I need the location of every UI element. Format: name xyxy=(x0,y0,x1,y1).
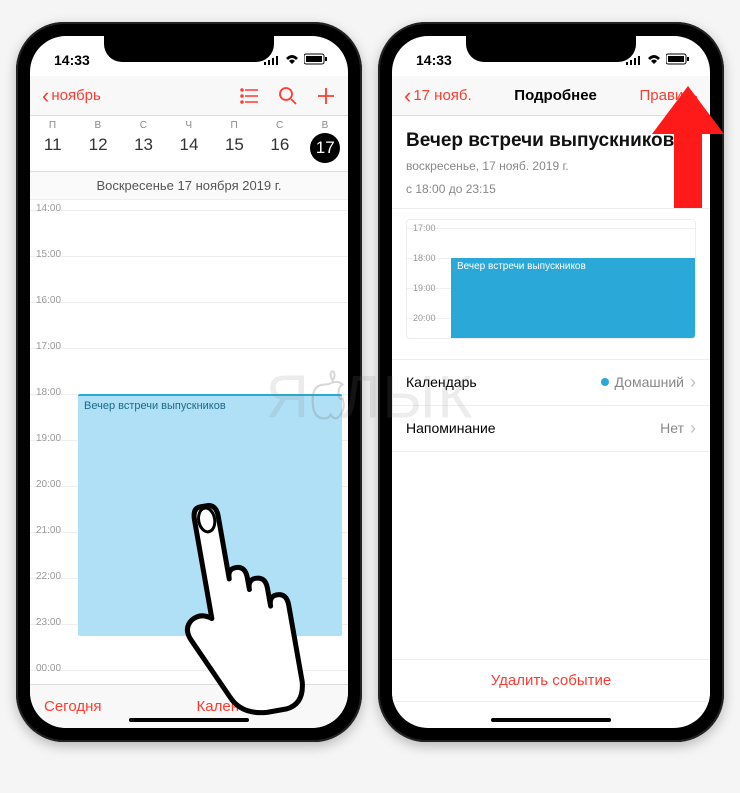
nav-bar-right: ‹ 17 нояб. Подробнее Править xyxy=(392,76,710,116)
row-label: Календарь xyxy=(406,374,477,390)
wifi-icon xyxy=(646,52,662,68)
status-time: 14:33 xyxy=(416,52,452,68)
day-col[interactable]: Ч14 xyxy=(166,116,211,171)
calendar-color-dot xyxy=(601,378,609,386)
day-col[interactable]: П11 xyxy=(30,116,75,171)
nav-bar-left: ‹ ноябрь xyxy=(30,76,348,116)
mini-event-label: Вечер встречи выпускников xyxy=(457,261,586,272)
nav-title: Подробнее xyxy=(514,87,597,104)
phone-frame-right: 14:33 ‹ 17 нояб. xyxy=(378,22,724,742)
back-label: 17 нояб. xyxy=(413,87,471,104)
row-value: Нет xyxy=(660,420,684,436)
back-label: ноябрь xyxy=(51,87,101,104)
list-icon[interactable] xyxy=(240,86,260,106)
day-timeline[interactable]: 14:00 15:00 16:00 17:00 18:00 19:00 20:0… xyxy=(30,200,348,696)
full-date-label: Воскресенье 17 ноября 2019 г. xyxy=(30,172,348,200)
event-title: Вечер встречи выпускников xyxy=(84,400,226,412)
day-col[interactable]: В12 xyxy=(75,116,120,171)
status-icons xyxy=(264,52,328,68)
event-time-line: с 18:00 до 23:15 xyxy=(406,181,696,198)
chevron-right-icon: › xyxy=(690,418,696,439)
home-indicator[interactable] xyxy=(129,718,249,722)
calendar-event[interactable]: Вечер встречи выпускников xyxy=(78,394,342,636)
battery-icon xyxy=(666,52,690,68)
edit-button[interactable]: Править xyxy=(639,87,698,104)
battery-icon xyxy=(304,52,328,68)
chevron-left-icon: ‹ xyxy=(42,85,49,107)
back-button[interactable]: ‹ 17 нояб. xyxy=(404,85,472,107)
phone-frame-left: 14:33 ‹ ноябрь xyxy=(16,22,362,742)
chevron-right-icon: › xyxy=(690,372,696,393)
notch xyxy=(104,36,274,62)
wifi-icon xyxy=(284,52,300,68)
status-time: 14:33 xyxy=(54,52,90,68)
day-col[interactable]: С16 xyxy=(257,116,302,171)
chevron-left-icon: ‹ xyxy=(404,85,411,107)
screen-right: 14:33 ‹ 17 нояб. xyxy=(392,36,710,728)
mini-timeline[interactable]: 17:00 18:00 19:00 20:00 Вечер встречи вы… xyxy=(406,219,696,339)
settings-list: Календарь Домашний › Напоминание Нет › xyxy=(392,359,710,452)
status-icons xyxy=(626,52,690,68)
calendar-row[interactable]: Календарь Домашний › xyxy=(392,360,710,406)
notch xyxy=(466,36,636,62)
day-col-selected[interactable]: В17 xyxy=(303,116,348,171)
screen-left: 14:33 ‹ ноябрь xyxy=(30,36,348,728)
row-label: Напоминание xyxy=(406,420,496,436)
week-row: П11 В12 С13 Ч14 П15 С16 В17 xyxy=(30,116,348,172)
reminder-row[interactable]: Напоминание Нет › xyxy=(392,406,710,452)
event-detail-header: Вечер встречи выпускников воскресенье, 1… xyxy=(392,116,710,209)
home-indicator[interactable] xyxy=(491,718,611,722)
calendars-button[interactable]: Кален xyxy=(197,698,239,715)
row-value: Домашний xyxy=(615,374,684,390)
mini-event[interactable]: Вечер встречи выпускников xyxy=(451,258,695,339)
search-icon[interactable] xyxy=(278,86,298,106)
today-button[interactable]: Сегодня xyxy=(44,698,102,715)
day-col[interactable]: С13 xyxy=(121,116,166,171)
add-icon[interactable] xyxy=(316,86,336,106)
day-col[interactable]: П15 xyxy=(212,116,257,171)
delete-event-button[interactable]: Удалить событие xyxy=(392,659,710,702)
event-title: Вечер встречи выпускников xyxy=(406,130,696,152)
back-button[interactable]: ‹ ноябрь xyxy=(42,85,101,107)
event-date-line: воскресенье, 17 нояб. 2019 г. xyxy=(406,158,696,175)
